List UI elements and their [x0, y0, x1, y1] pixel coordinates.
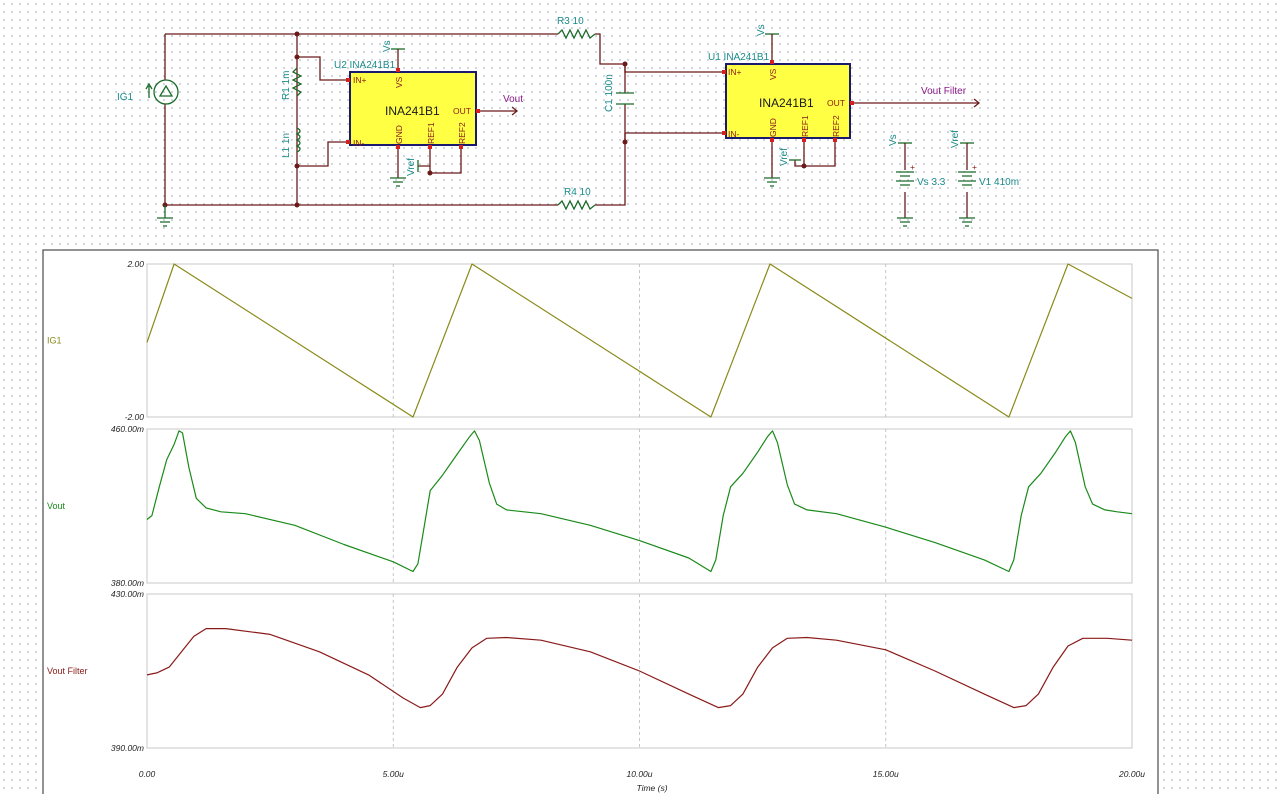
plot-panel — [146, 263, 1133, 418]
u1-name: INA241B1 — [759, 96, 814, 110]
supply-vs-plus: + — [910, 162, 915, 172]
resistor-r4[interactable]: R4 10 — [557, 187, 596, 211]
u1-vref-label: Vref — [779, 148, 790, 166]
output-vout-filter[interactable]: Vout Filter — [921, 86, 981, 108]
resistor-r3[interactable]: R3 10 — [557, 16, 596, 40]
u1-pin-inn: IN- — [728, 129, 740, 139]
u1-pin-out: OUT — [827, 98, 845, 108]
x-axis-label: Time (s) — [636, 783, 667, 793]
u2-pin-inp: IN+ — [353, 75, 367, 85]
u1-pin-ref2: REF2 — [831, 115, 841, 137]
u1-pin-inp: IN+ — [728, 67, 742, 77]
u1-vs-label: Vs — [756, 24, 767, 36]
capacitor-c1[interactable]: C1 100n — [604, 74, 634, 112]
supply-vs-label: Vs 3.3 — [917, 177, 946, 188]
series-label: Vout Filter — [47, 666, 88, 676]
u2-pin-vs: VS — [394, 76, 404, 88]
y-tick-label: 460.00m — [111, 424, 144, 434]
amplifier-u2[interactable]: INA241B1 U2 INA241B1 IN+ IN- OUT VS GND … — [334, 60, 480, 149]
y-tick-label: 2.00 — [126, 259, 144, 269]
series-label: Vout — [47, 501, 66, 511]
vout-filter-label: Vout Filter — [921, 86, 967, 97]
x-tick-label: 20.00u — [1118, 769, 1145, 779]
u1-ref: U1 INA241B1 — [708, 52, 770, 63]
u1-vref-net: Vref — [779, 148, 801, 166]
u1-vs-net: Vs — [756, 24, 779, 44]
y-tick-label: 430.00m — [111, 589, 144, 599]
schematic-and-plots: IG1 R1 1m L1 1n R3 10 R4 10 C1 100n INA2… — [42, 16, 1159, 794]
supply-v1-plus: + — [972, 162, 977, 172]
u2-vref-label: Vref — [406, 158, 417, 176]
l1-label: L1 1n — [281, 133, 292, 158]
schematic: IG1 R1 1m L1 1n R3 10 R4 10 C1 100n INA2… — [117, 16, 1019, 227]
x-tick-label: 5.00u — [383, 769, 405, 779]
u2-pin-gnd: GND — [394, 125, 404, 144]
current-source-ig1[interactable]: IG1 — [117, 79, 179, 105]
u2-vs-label: Vs — [382, 40, 393, 52]
supply-v1-net: Vref — [950, 130, 961, 148]
supply-vs-net: Vs — [888, 134, 899, 146]
vout-label: Vout — [503, 94, 523, 105]
x-tick-label: 15.00u — [873, 769, 899, 779]
u1-pin-gnd: GND — [768, 118, 778, 137]
u2-name: INA241B1 — [385, 104, 440, 118]
u2-pin-ref1: REF1 — [426, 122, 436, 144]
r3-label: R3 10 — [557, 16, 584, 27]
ground-symbol — [157, 205, 173, 227]
supply-v1[interactable]: Vref + V1 410m — [950, 130, 1019, 227]
y-tick-label: 380.00m — [111, 578, 144, 588]
waveform-chart: 2.00 -2.00 IG1 460.00m 380.00m Vout 430.00m 390… — [42, 249, 1159, 794]
u1-pin-ref1: REF1 — [800, 115, 810, 137]
amplifier-u1[interactable]: INA241B1 U1 INA241B1 IN+ IN- OUT VS GND … — [708, 52, 854, 142]
ig1-label: IG1 — [117, 92, 134, 103]
y-tick-label: -2.00 — [125, 412, 145, 422]
r1-label: R1 1m — [281, 71, 292, 100]
c1-label: C1 100n — [604, 74, 615, 112]
u2-vref-net: Vref — [406, 158, 419, 176]
supply-vs[interactable]: Vs + Vs 3.3 — [888, 134, 946, 227]
supply-v1-label: V1 410m — [979, 177, 1019, 188]
u1-pin-vs: VS — [768, 68, 778, 80]
output-vout[interactable]: Vout — [503, 94, 523, 116]
u2-pin-ref2: REF2 — [457, 122, 467, 144]
r4-label: R4 10 — [564, 187, 591, 198]
ground-symbol — [390, 177, 406, 187]
u2-vs-net: Vs — [382, 40, 405, 62]
x-tick-label: 10.00u — [627, 769, 653, 779]
ground-symbol — [764, 177, 780, 187]
u2-pin-inn: IN- — [353, 138, 365, 148]
u2-pin-out: OUT — [453, 106, 471, 116]
u2-ref: U2 INA241B1 — [334, 60, 396, 71]
y-tick-label: 390.00m — [111, 743, 144, 753]
resistor-r1[interactable]: R1 1m — [281, 67, 303, 100]
x-tick-label: 0.00 — [139, 769, 156, 779]
series-label: IG1 — [47, 336, 62, 346]
